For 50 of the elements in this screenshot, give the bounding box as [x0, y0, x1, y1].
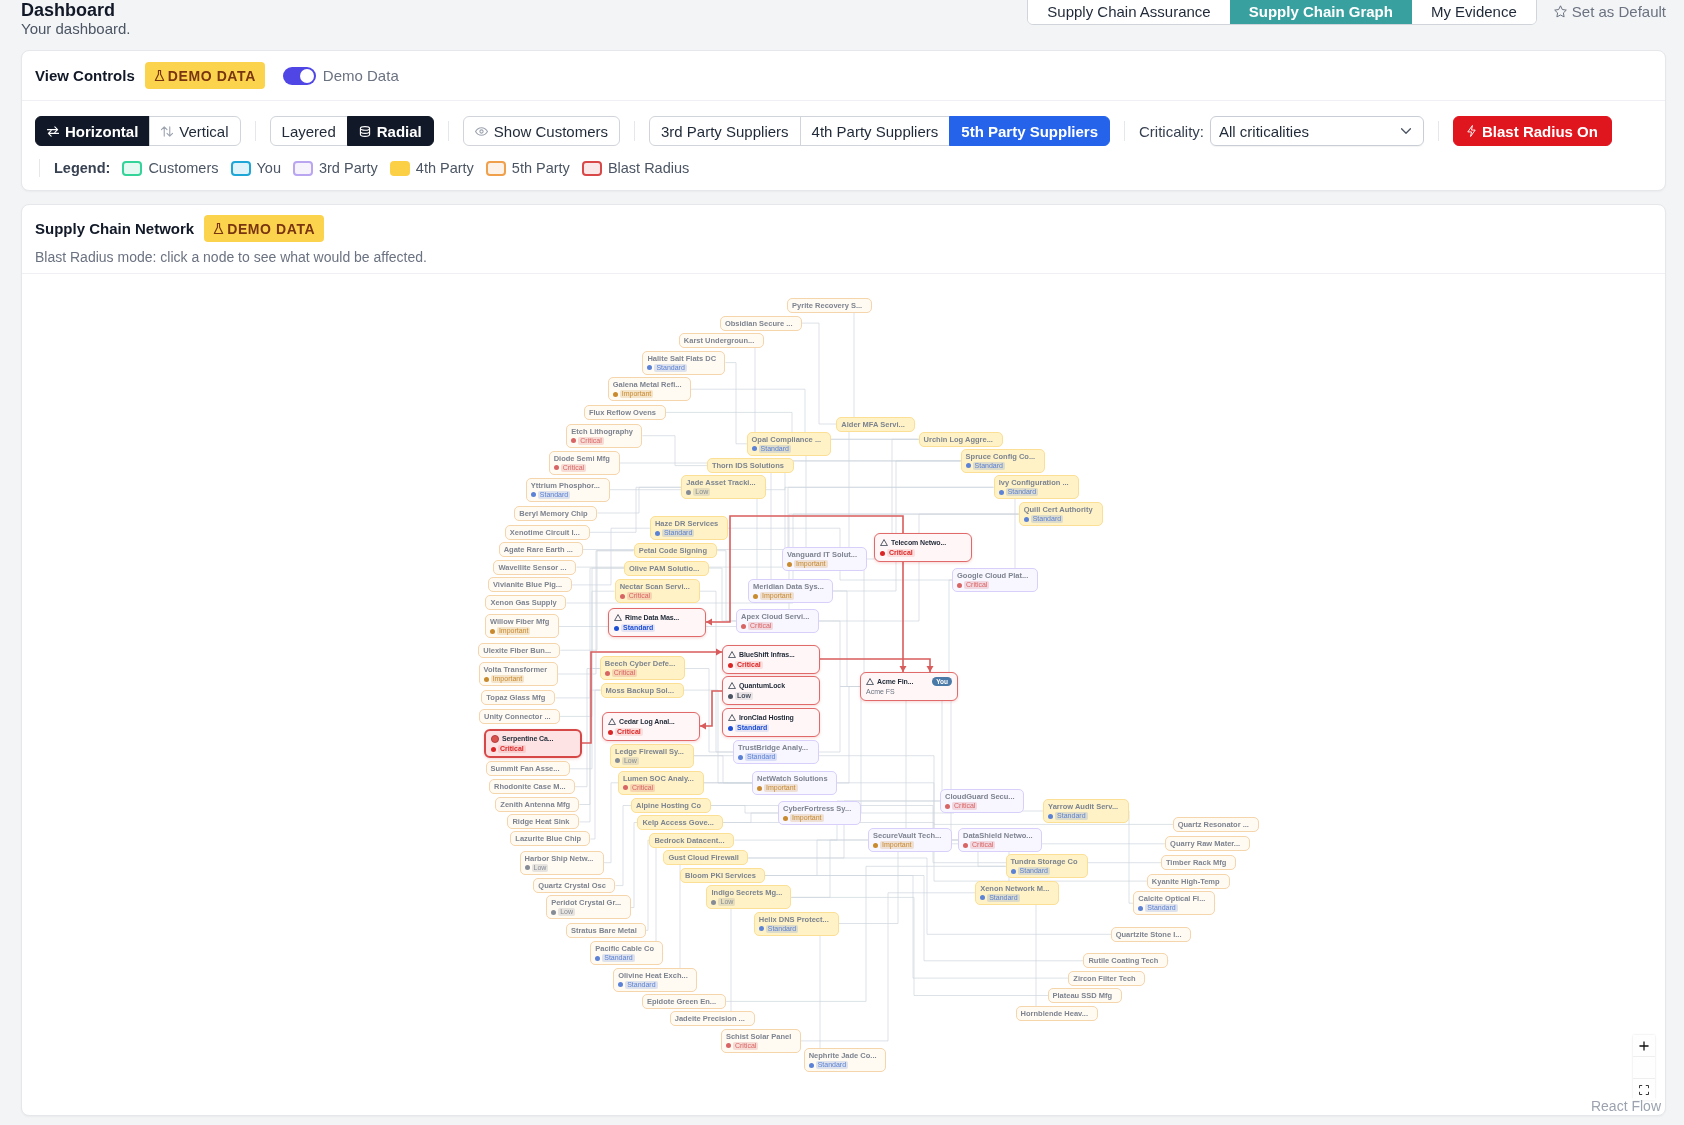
page-subtitle: Your dashboard.: [21, 20, 131, 38]
circle-icon: [491, 734, 499, 743]
warning-icon: [866, 678, 874, 685]
supplier-tier-button[interactable]: 4th Party Suppliers: [799, 116, 951, 146]
database-icon: [358, 125, 371, 137]
swap-vertical-icon: [161, 125, 174, 137]
lightning-icon: [1467, 125, 1477, 137]
warning-icon: [728, 682, 736, 689]
section-title: View Controls: [35, 67, 135, 84]
swap-horizontal-icon: [47, 125, 59, 137]
section-title: Supply Chain Network: [35, 220, 195, 237]
section-subtitle: Blast Radius mode: click a node to see what would be affected.: [35, 248, 428, 266]
legend-label: Blast Radius: [607, 160, 690, 176]
legend-label: 5th Party: [511, 160, 570, 176]
layout-button[interactable]: Layered: [269, 116, 348, 146]
warning-icon: [728, 651, 736, 658]
demo-data-label: DEMO DATA: [227, 220, 316, 237]
warning-icon: [728, 714, 736, 721]
plus-icon: [1639, 1040, 1649, 1051]
supplier-tier-button[interactable]: 3rd Party Suppliers: [649, 116, 801, 146]
legend-label: You: [256, 160, 281, 176]
flask-icon: [213, 223, 225, 234]
blast-radius-button[interactable]: Blast Radius On: [1453, 116, 1612, 146]
warning-icon: [880, 539, 888, 546]
show-customers-button[interactable]: Show Customers: [462, 116, 620, 146]
flask-icon: [153, 70, 165, 81]
zoom-in-button[interactable]: [1633, 1035, 1655, 1057]
fit-view-button[interactable]: [1633, 1079, 1655, 1101]
toggle-label: Demo Data: [322, 67, 399, 84]
orientation-button[interactable]: Vertical: [149, 116, 241, 146]
warning-icon: [614, 614, 622, 621]
legend-title: Legend:: [54, 160, 111, 176]
supplier-tier-button[interactable]: 5th Party Suppliers: [949, 116, 1110, 146]
criticality-select[interactable]: All criticalities: [1210, 116, 1425, 146]
star-icon: [1553, 4, 1567, 18]
warning-icon: [608, 718, 616, 725]
legend-label: 3rd Party: [318, 160, 378, 176]
demo-data-toggle[interactable]: [282, 66, 316, 85]
eye-icon: [474, 126, 488, 136]
orientation-button[interactable]: Horizontal: [35, 116, 151, 146]
fit-view-icon: [1639, 1084, 1649, 1095]
legend-label: 4th Party: [415, 160, 474, 176]
set-default-button[interactable]: Set as Default: [1553, 0, 1666, 20]
chevron-down-icon: [1401, 128, 1412, 134]
page-title: Dashboard: [21, 0, 117, 20]
criticality-label: Criticality:: [1139, 122, 1205, 140]
layout-button[interactable]: Radial: [346, 116, 434, 146]
demo-data-label: DEMO DATA: [167, 67, 256, 84]
view-tab[interactable]: Supply Chain Graph: [1229, 0, 1412, 24]
legend-label: Customers: [148, 160, 219, 176]
